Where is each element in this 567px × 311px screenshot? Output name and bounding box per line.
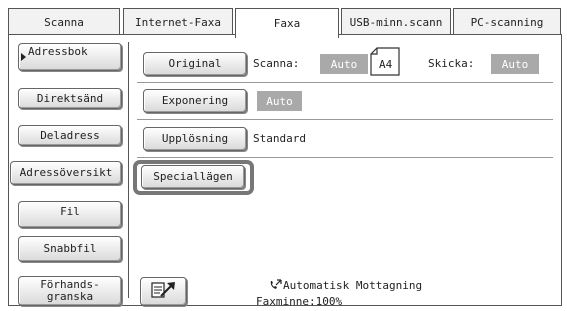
file-button[interactable]: Fil bbox=[18, 201, 122, 228]
sidebar-divider bbox=[128, 42, 129, 298]
tab-usb-minn-scann[interactable]: USB-minn.scann bbox=[341, 8, 451, 35]
exposure-value-badge: Auto bbox=[257, 91, 302, 111]
tab-faxa[interactable]: Faxa bbox=[235, 8, 339, 38]
scan-value-badge: Auto bbox=[320, 54, 368, 74]
row-divider bbox=[137, 157, 553, 158]
scan-label: Scanna: bbox=[253, 57, 300, 70]
phone-receive-icon bbox=[268, 279, 282, 294]
paper-size-label: A4 bbox=[379, 58, 393, 71]
triangle-icon bbox=[21, 53, 26, 61]
send-label: Skicka: bbox=[428, 57, 475, 70]
auto-receive-status: Automatisk Mottagning bbox=[283, 279, 423, 292]
direct-send-button[interactable]: Direktsänd bbox=[18, 88, 122, 109]
address-review-button[interactable]: Adressöversikt bbox=[10, 161, 122, 185]
preview-button[interactable]: Förhands- granska bbox=[18, 276, 122, 306]
row-divider bbox=[137, 82, 553, 83]
arrow-pointer-icon bbox=[150, 279, 178, 304]
address-book-button[interactable]: Adressbok bbox=[18, 43, 122, 71]
resolution-button[interactable]: Upplösning bbox=[143, 127, 247, 151]
fax-memory-status: Faxminne:100% bbox=[256, 295, 343, 308]
original-button[interactable]: Original bbox=[143, 52, 247, 76]
quick-file-button[interactable]: Snabbfil bbox=[18, 236, 122, 262]
tab-internet-faxa[interactable]: Internet-Faxa bbox=[123, 8, 233, 35]
special-modes-button[interactable]: Speciallägen bbox=[141, 165, 245, 189]
row-divider bbox=[137, 119, 553, 120]
arrow-button[interactable] bbox=[140, 277, 187, 306]
resolution-value: Standard bbox=[253, 132, 306, 145]
sub-address-button[interactable]: Deladress bbox=[18, 125, 122, 146]
send-value-badge: Auto bbox=[491, 54, 539, 74]
tab-pc-scanning[interactable]: PC-scanning bbox=[453, 8, 561, 35]
tab-scanna[interactable]: Scanna bbox=[8, 8, 120, 35]
exposure-button[interactable]: Exponering bbox=[143, 89, 247, 113]
